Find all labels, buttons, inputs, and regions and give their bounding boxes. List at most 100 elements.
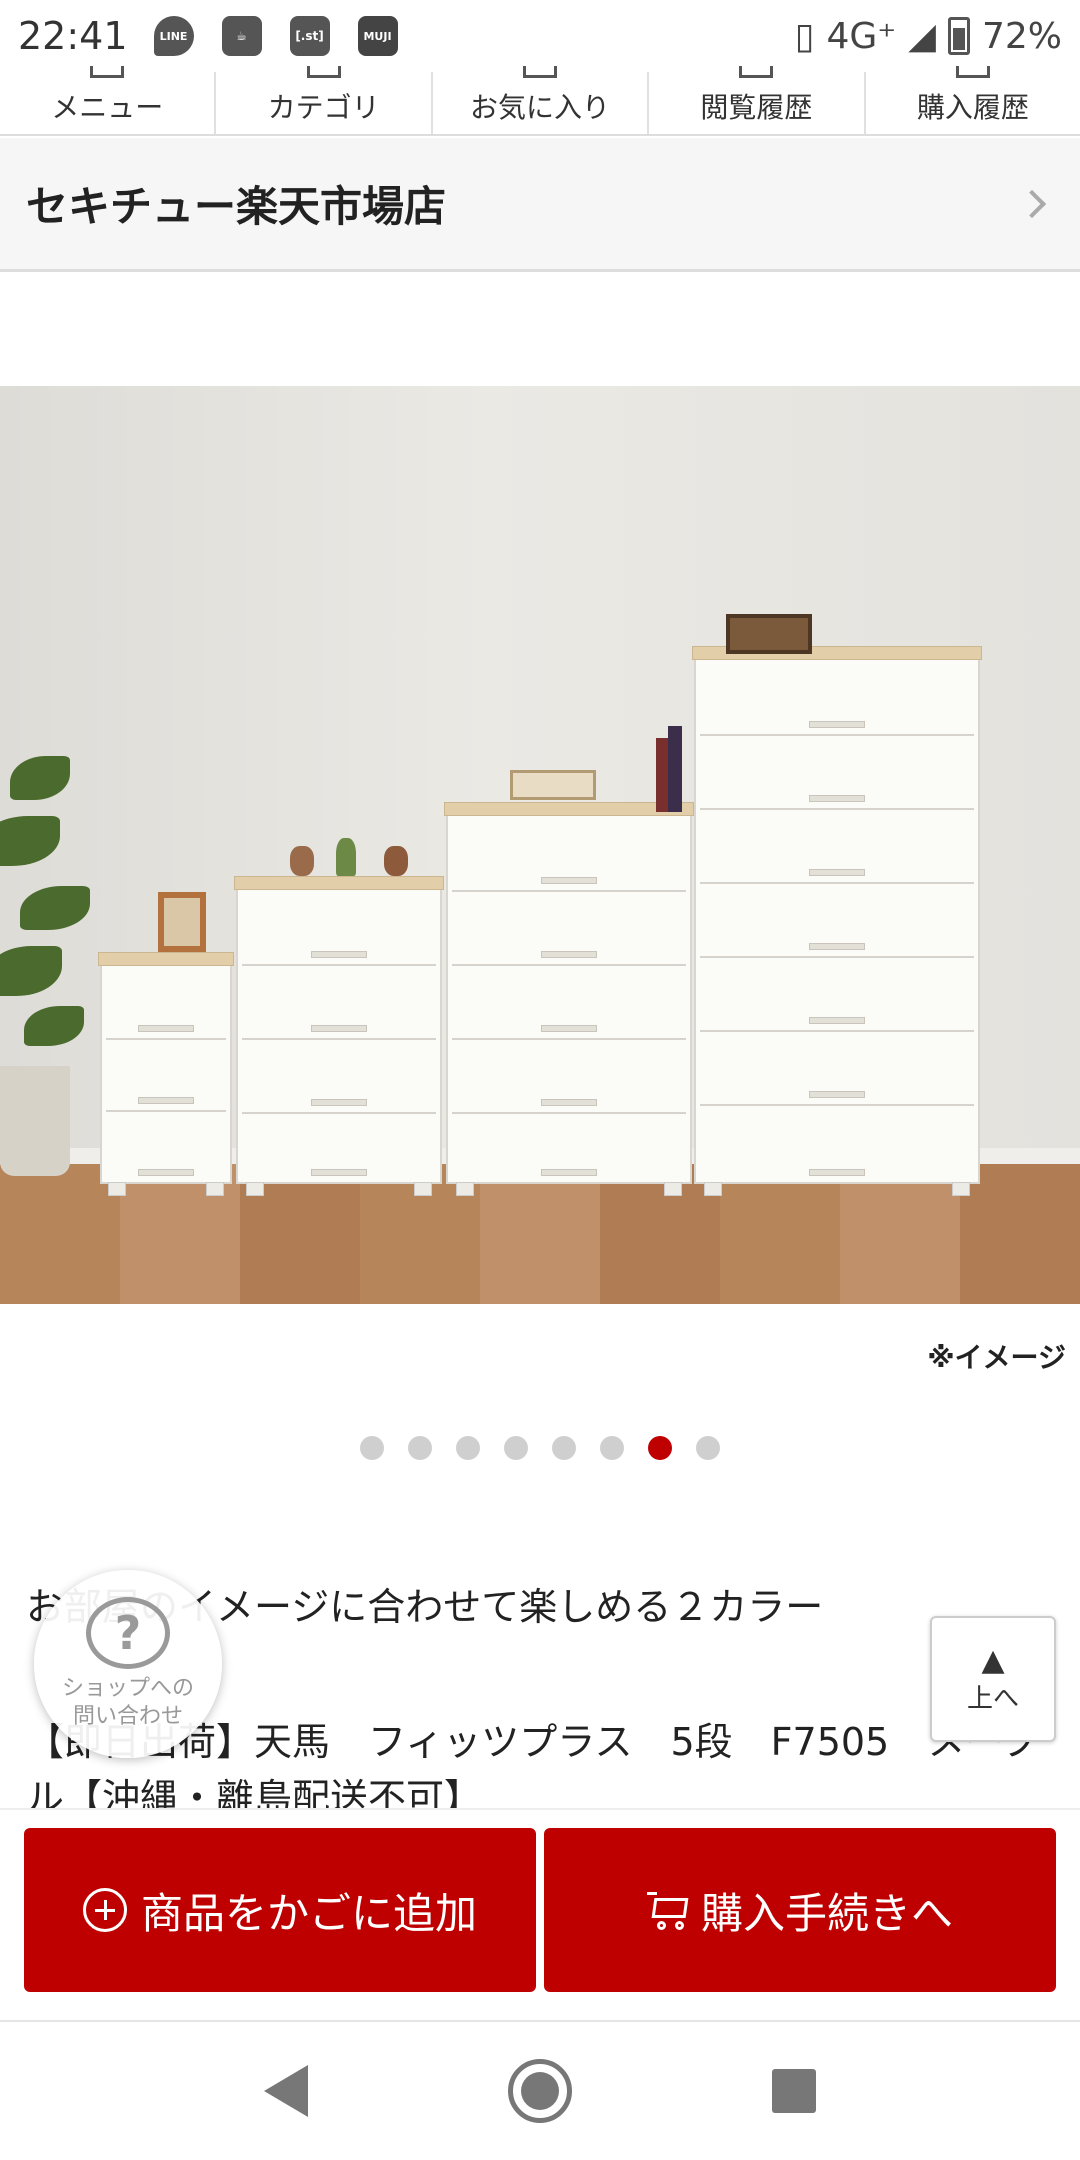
nav-history-label: 閲覧履歴 (700, 91, 813, 124)
question-icon: ? (86, 1597, 170, 1669)
back-icon[interactable] (264, 2065, 308, 2117)
jar-decor (384, 846, 408, 876)
receipt-icon (955, 66, 990, 78)
gallery-dot[interactable] (552, 1436, 576, 1460)
nav-history[interactable]: 閲覧履歴 (649, 66, 866, 134)
gallery-dot[interactable] (600, 1436, 624, 1460)
gallery-dot[interactable] (456, 1436, 480, 1460)
add-to-cart-button[interactable]: 商品をかごに追加 (24, 1828, 536, 1992)
teacup-icon: ☕ (221, 16, 262, 56)
dresser-foot (456, 1182, 474, 1196)
image-floor (0, 1164, 1080, 1304)
box-decor (726, 614, 812, 654)
drawer (242, 1044, 436, 1114)
drawer-handle (541, 877, 597, 884)
product-image[interactable] (0, 386, 1080, 1304)
muji-icon: MUJI (357, 16, 398, 56)
status-right: ▯ 4G⁺ ◢ 72% (795, 16, 1062, 57)
battery-percent: 72% (981, 15, 1062, 57)
drawer (242, 896, 436, 966)
menu-icon (90, 66, 125, 78)
nav-purchases[interactable]: 購入履歴 (866, 66, 1080, 134)
drawer (452, 970, 686, 1040)
category-icon (306, 66, 341, 78)
drawer (242, 1118, 436, 1182)
dresser-foot (246, 1182, 264, 1196)
checkout-label: 購入手続きへ (700, 1888, 953, 1938)
scroll-top-label: 上へ (966, 1684, 1019, 1714)
status-time: 22:41 (18, 14, 128, 58)
nav-menu[interactable]: メニュー (0, 66, 217, 134)
add-to-cart-label: 商品をかごに追加 (140, 1888, 477, 1938)
image-caption: ※イメージ (927, 1341, 1066, 1374)
drawer (700, 1110, 974, 1182)
nav-menu-label: メニュー (51, 91, 164, 124)
dresser-top (98, 952, 234, 966)
gallery-dot-active[interactable] (648, 1436, 672, 1460)
drawer (106, 972, 226, 1040)
gallery-dot[interactable] (360, 1436, 384, 1460)
cart-handle (646, 1892, 657, 1895)
dresser-foot (952, 1182, 970, 1196)
heart-icon (523, 66, 558, 78)
shop-inquiry-button[interactable]: ? ショップへの 問い合わせ (34, 1570, 222, 1758)
drawer (452, 1118, 686, 1182)
cart-icon (646, 1890, 691, 1930)
gallery-dot[interactable] (504, 1436, 528, 1460)
plant-pot (0, 1066, 70, 1176)
shelf-decor (510, 770, 596, 800)
plus-circle-icon (82, 1888, 127, 1932)
drawer (700, 666, 974, 736)
drawer-handle (809, 869, 865, 876)
nav-favorites-label: お気に入り (470, 91, 611, 124)
home-icon[interactable] (508, 2059, 572, 2123)
drawer-handle (541, 1169, 597, 1176)
dresser-7-tier (692, 646, 982, 1196)
gallery-dot[interactable] (408, 1436, 432, 1460)
drawer (106, 1116, 226, 1182)
drawer-handle (138, 1025, 194, 1032)
drawer (452, 1044, 686, 1114)
drawer (700, 888, 974, 958)
dresser-5-tier (444, 802, 694, 1196)
drawer-handle (809, 1017, 865, 1024)
drawer-handle (311, 1025, 367, 1032)
dresser-foot (704, 1182, 722, 1196)
dresser-3-tier (98, 952, 234, 1196)
drawer-handle (138, 1097, 194, 1104)
drawer-handle (311, 1169, 367, 1176)
shop-header[interactable]: セキチュー楽天市場店 (0, 138, 1080, 272)
nav-favorites[interactable]: お気に入り (433, 66, 650, 134)
drawer (452, 896, 686, 966)
line-icon: LINE (153, 16, 194, 56)
network-label: 4G⁺ (826, 15, 897, 57)
gallery-dot[interactable] (696, 1436, 720, 1460)
dotst-icon: [.st] (289, 16, 330, 56)
drawer (242, 970, 436, 1040)
recent-apps-icon[interactable] (772, 2069, 816, 2113)
status-bar: 22:41 LINE ☕ [.st] MUJI ▯ 4G⁺ ◢ 72% (0, 0, 1080, 72)
drawer (700, 740, 974, 810)
inquiry-label-line2: 問い合わせ (72, 1704, 183, 1729)
dresser-foot (414, 1182, 432, 1196)
drawer-handle (138, 1169, 194, 1176)
drawer (700, 814, 974, 884)
nav-category[interactable]: カテゴリ (216, 66, 433, 134)
battery-icon (947, 17, 970, 55)
drawer (106, 1044, 226, 1112)
cart-wheel (674, 1921, 684, 1930)
drawer-handle (809, 1169, 865, 1176)
drawer (700, 1036, 974, 1106)
scroll-top-button[interactable]: ▲ 上へ (930, 1616, 1056, 1742)
shop-name: セキチュー楽天市場店 (26, 182, 447, 231)
nav-purchases-label: 購入履歴 (916, 91, 1029, 124)
drawer-handle (541, 1025, 597, 1032)
clock-icon (739, 66, 774, 78)
dresser-foot (664, 1182, 682, 1196)
dresser-foot (108, 1182, 126, 1196)
drawer-handle (311, 1099, 367, 1106)
checkout-button[interactable]: 購入手続きへ (544, 1828, 1056, 1992)
drawer (452, 822, 686, 892)
small-plant-decor (336, 838, 356, 876)
cart-wheel (656, 1921, 666, 1930)
